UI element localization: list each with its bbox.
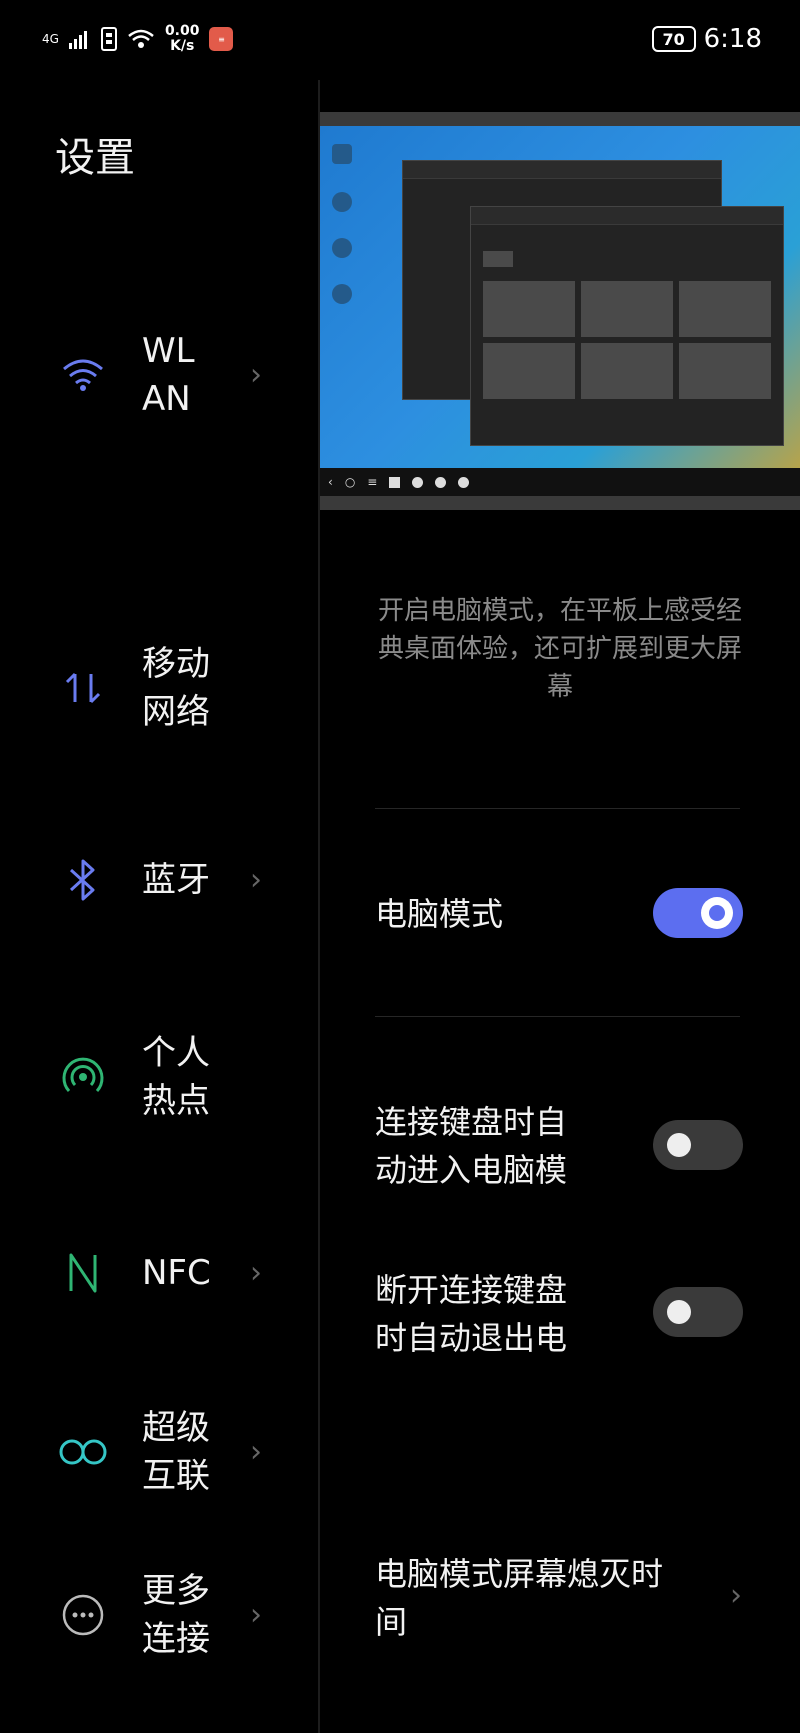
pc-mode-label: 电脑模式 [375,895,504,933]
chevron-right-icon: › [250,862,262,898]
home-icon: ○ [344,475,356,489]
menu-icon: ≡ [367,475,378,489]
back-icon: ‹ [328,475,333,489]
chevron-right-icon: › [250,1434,262,1470]
nfc-icon [58,1248,108,1298]
sidebar-item-label: 超级 互联 [142,1408,210,1496]
wifi-status-icon [128,29,154,48]
app-icon [435,476,447,488]
battery-indicator: 70 [651,26,696,52]
more-connections-icon [58,1590,108,1640]
net-speed: 0.00 K/s [164,23,200,54]
app-notification-icon: ≡ [209,27,234,51]
preview-taskbar: ‹ ○ ≡ [320,468,800,496]
auto-exit-label: 断开连接键盘 时自动退出电 [375,1271,568,1357]
desktop-app-icon [332,238,352,258]
chevron-right-icon: › [250,1597,262,1633]
screen-off-time-label[interactable]: 电脑模式屏幕熄灭时 间 [375,1550,715,1646]
sidebar-item-super-connect[interactable]: 超级 互联 › [0,1392,318,1512]
sidebar-item-label: 移动 网络 [142,644,210,732]
settings-sidebar: 设置 WL AN › 移动 网络 蓝牙 › 个人 热点 NFC › 超级 互联 … [0,80,318,1733]
desktop-app-icon [332,284,352,304]
app-icon [389,476,401,488]
sidebar-item-mobile-network[interactable]: 移动 网络 [0,628,318,748]
divider [375,1016,740,1017]
hotspot-icon [58,1052,108,1102]
sidebar-item-label: NFC [142,1253,211,1293]
desktop-app-icon [332,144,352,164]
preview-window-front [470,206,784,446]
chevron-right-icon: › [730,1578,742,1613]
network-type: 4G [42,32,59,46]
pc-mode-preview-image: ‹ ○ ≡ [320,112,800,510]
sidebar-item-nfc[interactable]: NFC › [0,1213,318,1333]
app-icon [412,476,424,488]
sidebar-item-wlan[interactable]: WL AN › [0,315,318,435]
sidebar-item-label: 蓝牙 [142,860,210,900]
sidebar-item-bluetooth[interactable]: 蓝牙 › [0,820,318,940]
toggle-knob [701,897,733,929]
toggle-knob [667,1300,691,1324]
page-title: 设置 [55,135,135,181]
desktop-app-icon [332,192,352,212]
sidebar-item-label: WL AN [142,331,195,419]
chevron-right-icon: › [250,357,262,393]
sidebar-item-label: 个人 热点 [142,1033,210,1121]
auto-enter-toggle[interactable] [653,1120,743,1170]
toggle-knob [667,1133,691,1157]
app-icon [458,476,470,488]
sim-icon [100,27,117,51]
sidebar-item-hotspot[interactable]: 个人 热点 [0,1017,318,1137]
super-connect-icon [58,1427,108,1477]
auto-enter-label: 连接键盘时自 动进入电脑模 [375,1103,568,1189]
wifi-icon [58,350,108,400]
sidebar-item-more-connections[interactable]: 更多 连接 › [0,1555,318,1675]
clock: 6:18 [703,24,762,54]
chevron-right-icon: › [250,1255,262,1291]
auto-exit-toggle[interactable] [653,1287,743,1337]
mobile-data-icon [58,663,108,713]
signal-icon [68,31,87,49]
divider [375,808,740,809]
desktop-preview: ‹ ○ ≡ [320,126,800,496]
pc-mode-toggle[interactable] [653,888,743,938]
status-bar: 4G 0.00 K/s ≡ 70 6:18 [0,0,800,80]
sidebar-item-label: 更多 连接 [142,1571,210,1659]
pc-mode-description: 开启电脑模式，在平板上感受经典桌面体验，还可扩展到更大屏幕 [377,596,742,702]
bluetooth-icon [58,855,108,905]
